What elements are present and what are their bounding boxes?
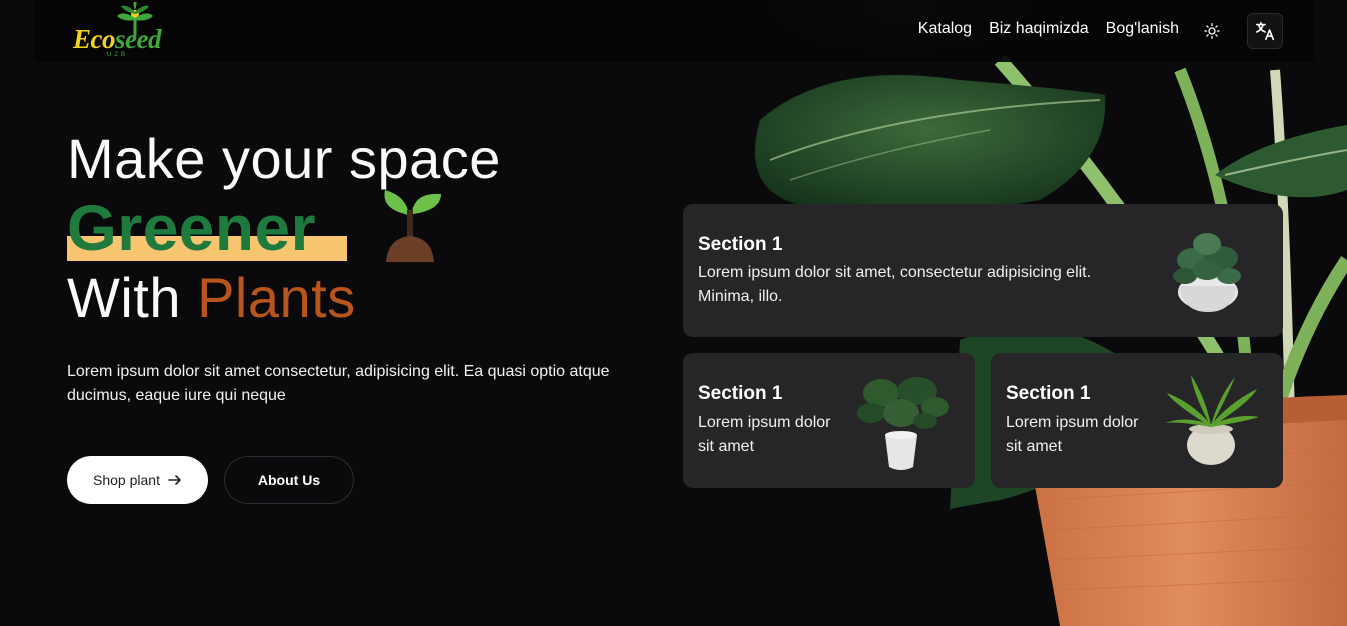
potted-plant-image bbox=[1173, 233, 1241, 312]
theme-toggle-button[interactable] bbox=[1201, 20, 1223, 42]
hero-line-3: With Plants bbox=[67, 266, 356, 329]
translate-icon bbox=[1255, 21, 1275, 41]
shop-plant-label: Shop plant bbox=[93, 472, 160, 488]
card-title: Section 1 bbox=[1006, 383, 1091, 404]
nav-link-contact[interactable]: Bog'lanish bbox=[1106, 20, 1179, 38]
logo-subtitle: UZB bbox=[107, 52, 128, 58]
arrow-right-icon bbox=[168, 475, 181, 485]
nav-link-about[interactable]: Biz haqimizda bbox=[989, 20, 1089, 38]
hero-heading: Make your space Greener With Plants bbox=[67, 128, 501, 330]
potted-plant-image bbox=[857, 377, 949, 470]
sprout-icon bbox=[384, 190, 441, 262]
hero-highlight-word: Greener bbox=[67, 192, 316, 264]
nav-link-katalog[interactable]: Katalog bbox=[918, 20, 972, 38]
sun-icon bbox=[1204, 23, 1220, 39]
hero-accent-word: Plants bbox=[197, 266, 356, 329]
card-text: Lorem ipsum dolor sit amet bbox=[698, 414, 831, 455]
card-text: Lorem ipsum dolor sit amet bbox=[1006, 414, 1139, 455]
card-title: Section 1 bbox=[698, 234, 783, 255]
potted-plant-image bbox=[1165, 375, 1259, 465]
card-text: Lorem ipsum dolor sit amet, consectetur … bbox=[698, 264, 1092, 305]
nav-links: Katalog Biz haqimizda Bog'lanish bbox=[918, 20, 1179, 38]
section-card[interactable]: Section 1 Lorem ipsum dolor sit amet bbox=[683, 353, 975, 488]
card-title: Section 1 bbox=[698, 383, 783, 404]
shop-plant-button[interactable]: Shop plant bbox=[67, 456, 208, 504]
hero-description: Lorem ipsum dolor sit amet consectetur, … bbox=[67, 363, 610, 404]
hero-line-1: Make your space bbox=[67, 127, 501, 190]
section-card[interactable]: Section 1 Lorem ipsum dolor sit amet, co… bbox=[683, 204, 1283, 337]
section-card[interactable]: Section 1 Lorem ipsum dolor sit amet bbox=[991, 353, 1283, 488]
navbar: Ecoseed UZB Katalog Biz haqimizda Bog'la… bbox=[35, 0, 1315, 62]
about-us-button[interactable]: About Us bbox=[224, 456, 354, 504]
language-button[interactable] bbox=[1247, 13, 1283, 49]
logo-text: Ecoseed bbox=[73, 24, 161, 54]
